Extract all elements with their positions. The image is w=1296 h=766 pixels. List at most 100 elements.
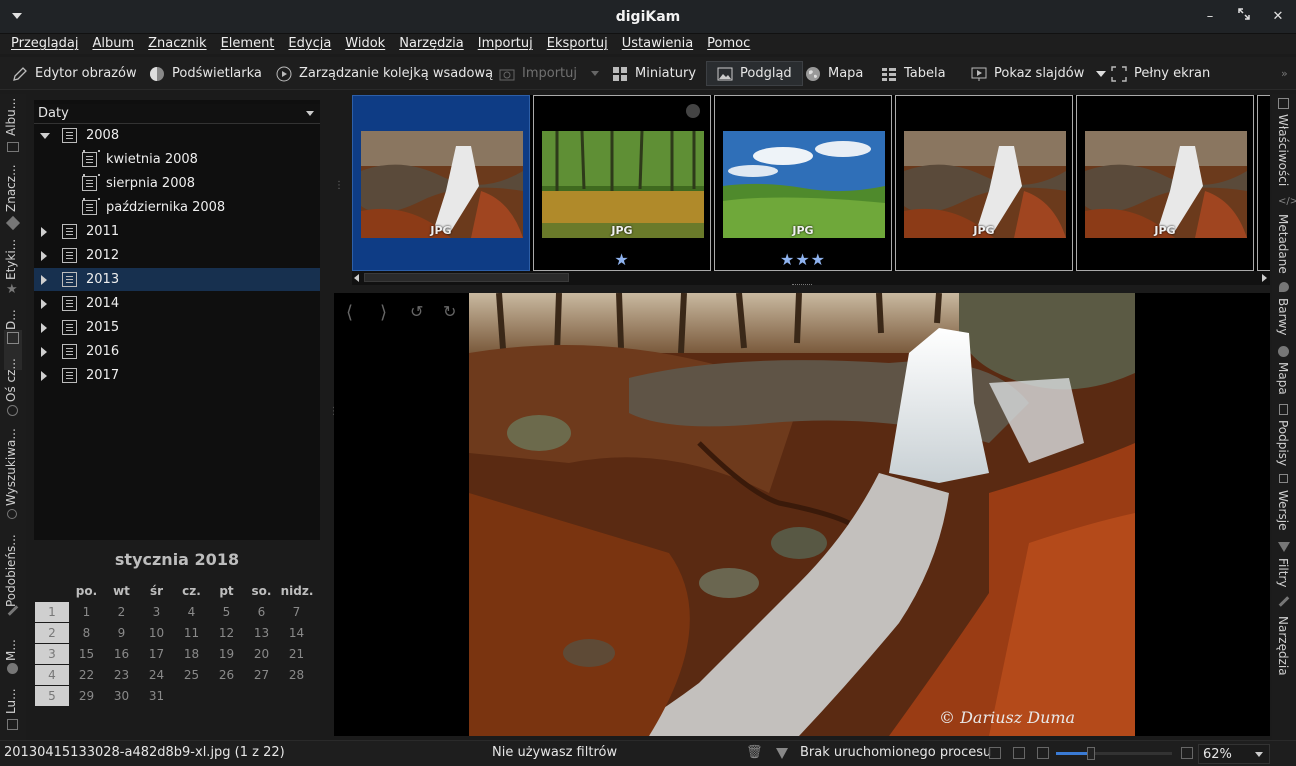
zoom-fit-icon[interactable]	[989, 747, 1001, 759]
thumbnail-item[interactable]: JPG	[1076, 95, 1254, 271]
previous-image-icon[interactable]: ⟨	[346, 302, 353, 323]
thumbnail-item[interactable]: JPG ★★★	[714, 95, 892, 271]
tree-item-2016[interactable]: 2016	[34, 340, 320, 363]
menu-tag[interactable]: Znacznik	[141, 34, 213, 54]
calendar-day[interactable]: 21	[279, 644, 314, 664]
filter-status-icon[interactable]	[776, 748, 788, 759]
collapse-arrow-icon[interactable]	[40, 133, 50, 139]
toolbar-overflow-icon[interactable]: »	[1281, 61, 1288, 86]
slideshow-dropdown-icon[interactable]	[1096, 70, 1107, 77]
menu-album[interactable]: Album	[85, 34, 141, 54]
zoom-100-icon[interactable]	[1013, 747, 1025, 759]
calendar-day[interactable]: 11	[174, 623, 209, 643]
preview-button[interactable]: Podgląd	[706, 61, 803, 86]
zoom-in-icon[interactable]	[1181, 747, 1193, 759]
calendar-day[interactable]: 31	[139, 686, 174, 706]
map-button[interactable]: Mapa	[805, 61, 863, 86]
calendar-day[interactable]: 29	[69, 686, 104, 706]
calendar-day[interactable]: 6	[244, 602, 279, 622]
calendar-day[interactable]: 1	[69, 602, 104, 622]
tree-item-2008[interactable]: 2008	[34, 124, 320, 147]
tree-item-month[interactable]: kwietnia 2008	[34, 148, 320, 171]
calendar-day[interactable]: 27	[244, 665, 279, 685]
tree-item-month[interactable]: października 2008	[34, 196, 320, 219]
zoom-slider-handle[interactable]	[1086, 747, 1095, 760]
rotate-left-icon[interactable]: ↺	[410, 302, 423, 321]
menu-help[interactable]: Pomoc	[700, 34, 757, 54]
menu-browse[interactable]: Przeglądaj	[4, 34, 85, 54]
thumbnail-item[interactable]: JPG	[895, 95, 1073, 271]
calendar-day[interactable]: 15	[69, 644, 104, 664]
batch-queue-button[interactable]: Zarządzanie kolejką wsadową	[276, 61, 493, 86]
expand-arrow-icon[interactable]	[41, 347, 47, 357]
image-editor-button[interactable]: Edytor obrazów	[12, 61, 137, 86]
menu-tools[interactable]: Narzędzia	[392, 34, 471, 54]
calendar-day[interactable]: 16	[104, 644, 139, 664]
thumbnails-button[interactable]: Miniatury	[612, 61, 696, 86]
calendar-day[interactable]: 20	[244, 644, 279, 664]
tree-item-2011[interactable]: 2011	[34, 220, 320, 243]
expand-arrow-icon[interactable]	[41, 299, 47, 309]
tree-item-2012[interactable]: 2012	[34, 244, 320, 267]
splitter-handle[interactable]: ⋮	[334, 180, 344, 191]
calendar-day[interactable]: 7	[279, 602, 314, 622]
date-combo[interactable]: Daty	[34, 104, 320, 124]
expand-arrow-icon[interactable]	[41, 371, 47, 381]
week-number[interactable]: 3	[35, 644, 69, 664]
tree-item-2017[interactable]: 2017	[34, 364, 320, 387]
week-number[interactable]: 2	[35, 623, 69, 643]
thumbnail-item[interactable]: JPG ★	[533, 95, 711, 271]
rating-stars[interactable]: ★★★	[715, 250, 891, 269]
maximize-icon[interactable]	[1235, 8, 1253, 26]
scrollbar-thumb[interactable]	[364, 273, 569, 282]
expand-arrow-icon[interactable]	[41, 323, 47, 333]
calendar-day[interactable]: 9	[104, 623, 139, 643]
calendar-day[interactable]: 18	[174, 644, 209, 664]
tree-item-month[interactable]: sierpnia 2008	[34, 172, 320, 195]
calendar-day[interactable]: 4	[174, 602, 209, 622]
slideshow-button[interactable]: Pokaz slajdów	[971, 61, 1107, 86]
scroll-right-icon[interactable]	[1262, 274, 1267, 282]
expand-arrow-icon[interactable]	[41, 275, 47, 285]
calendar-day[interactable]: 22	[69, 665, 104, 685]
import-button[interactable]: Importuj	[499, 61, 599, 86]
menu-export[interactable]: Eksportuj	[540, 34, 615, 54]
week-number[interactable]: 1	[35, 602, 69, 622]
calendar-day[interactable]: 3	[139, 602, 174, 622]
calendar-day[interactable]: 24	[139, 665, 174, 685]
rating-stars[interactable]: ★	[534, 250, 710, 269]
expand-arrow-icon[interactable]	[41, 227, 47, 237]
menu-edit[interactable]: Edycja	[281, 34, 338, 54]
calendar-day[interactable]: 30	[104, 686, 139, 706]
calendar-day[interactable]: 14	[279, 623, 314, 643]
calendar-day[interactable]: 2	[104, 602, 139, 622]
calendar-day[interactable]: 19	[209, 644, 244, 664]
calendar-day[interactable]: 10	[139, 623, 174, 643]
splitter-handle[interactable]	[792, 284, 812, 286]
calendar-day[interactable]: 28	[279, 665, 314, 685]
chevron-down-icon[interactable]	[591, 71, 599, 76]
next-image-icon[interactable]: ⟩	[380, 302, 387, 323]
thumbnail-scrollbar[interactable]	[352, 271, 1270, 285]
light-table-button[interactable]: Podświetlarka	[149, 61, 262, 86]
menu-view[interactable]: Widok	[338, 34, 392, 54]
zoom-select[interactable]: 62%	[1198, 744, 1270, 764]
calendar-day[interactable]: 25	[174, 665, 209, 685]
tree-item-2015[interactable]: 2015	[34, 316, 320, 339]
zoom-slider[interactable]	[1056, 747, 1172, 760]
calendar-day[interactable]: 17	[139, 644, 174, 664]
expand-arrow-icon[interactable]	[41, 251, 47, 261]
fullscreen-button[interactable]: Pełny ekran	[1111, 61, 1210, 86]
calendar-day[interactable]: 23	[104, 665, 139, 685]
calendar-day[interactable]: 5	[209, 602, 244, 622]
menu-item[interactable]: Element	[214, 34, 282, 54]
table-button[interactable]: Tabela	[881, 61, 946, 86]
tree-item-2014[interactable]: 2014	[34, 292, 320, 315]
scroll-left-icon[interactable]	[354, 274, 359, 282]
trash-icon[interactable]: 🗑	[746, 745, 763, 760]
week-number[interactable]: 5	[35, 686, 69, 706]
week-number[interactable]: 4	[35, 665, 69, 685]
menu-settings[interactable]: Ustawienia	[615, 34, 700, 54]
rotate-right-icon[interactable]: ↻	[443, 302, 456, 321]
tree-item-2013[interactable]: 2013	[34, 268, 320, 291]
